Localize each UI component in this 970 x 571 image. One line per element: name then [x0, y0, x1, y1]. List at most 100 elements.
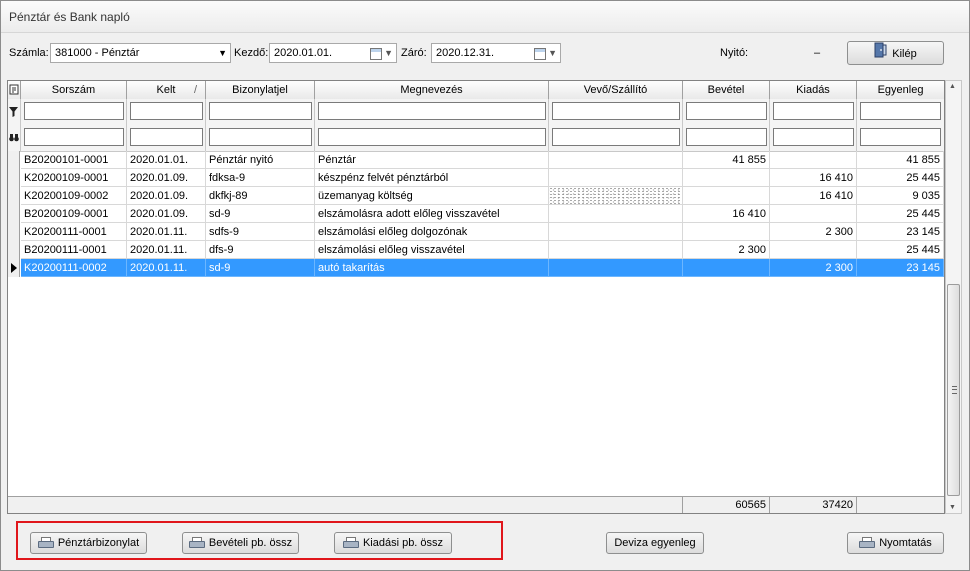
table-row[interactable]: K20200111-0001 2020.01.11. sdfs-9 elszámolá… [8, 223, 944, 241]
cell-partner[interactable] [549, 241, 683, 259]
start-date-picker[interactable]: 2020.01.01. ▼ [269, 43, 397, 63]
table-row[interactable]: K20200109-0001 2020.01.09. fdksa-9 készpénz… [8, 169, 944, 187]
account-select[interactable]: 381000 - Pénztár ▼ [50, 43, 231, 63]
cell-serial[interactable]: B20200111-0001 [21, 241, 127, 259]
row-indicator[interactable] [8, 169, 20, 187]
cell-balance[interactable]: 9 035 [857, 187, 944, 205]
filter-voucher-input[interactable] [209, 102, 312, 120]
vertical-scrollbar[interactable]: ▲ ▼ [945, 80, 962, 514]
cell-description[interactable]: üzemanyag költség [315, 187, 549, 205]
col-header-description[interactable]: Megnevezés [315, 81, 549, 99]
cell-partner[interactable] [549, 205, 683, 223]
expense-summary-button[interactable]: Kiadási pb. össz [334, 532, 452, 554]
cell-income[interactable] [683, 259, 770, 277]
cell-date[interactable]: 2020.01.11. [127, 241, 206, 259]
currency-balance-button[interactable]: Deviza egyenleg [606, 532, 704, 554]
cell-serial[interactable]: K20200109-0002 [21, 187, 127, 205]
cell-partner[interactable] [549, 151, 683, 169]
filter-income-input[interactable] [686, 102, 767, 120]
cell-voucher[interactable]: dfs-9 [206, 241, 315, 259]
chevron-down-icon[interactable]: ▼ [548, 44, 557, 62]
filter-partner-input[interactable] [552, 102, 680, 120]
row-indicator[interactable] [8, 223, 20, 241]
cell-description[interactable]: autó takarítás [315, 259, 549, 277]
cell-voucher[interactable]: sd-9 [206, 259, 315, 277]
filter-date-input[interactable] [130, 102, 203, 120]
table-row[interactable]: K20200111-0002 2020.01.11. sd-9 autó takarí… [8, 259, 944, 277]
col-header-serial[interactable]: Sorszám [21, 81, 127, 99]
cell-income[interactable] [683, 187, 770, 205]
col-header-expense[interactable]: Kiadás [770, 81, 857, 99]
cell-date[interactable]: 2020.01.11. [127, 223, 206, 241]
col-header-balance[interactable]: Egyenleg [857, 81, 944, 99]
cell-balance[interactable]: 25 445 [857, 205, 944, 223]
cell-serial[interactable]: B20200109-0001 [21, 205, 127, 223]
cell-balance[interactable]: 23 145 [857, 259, 944, 277]
cell-expense[interactable]: 2 300 [770, 223, 857, 241]
row-indicator[interactable] [8, 205, 20, 223]
row-indicator[interactable] [8, 241, 20, 259]
cell-description[interactable]: elszámolási előleg dolgozónak [315, 223, 549, 241]
print-button[interactable]: Nyomtatás [847, 532, 944, 554]
col-header-date[interactable]: Kelt / [127, 81, 206, 99]
cell-expense[interactable]: 16 410 [770, 169, 857, 187]
cell-date[interactable]: 2020.01.09. [127, 187, 206, 205]
filter-balance-input[interactable] [860, 102, 941, 120]
search-description-input[interactable] [318, 128, 546, 146]
cell-serial[interactable]: K20200109-0001 [21, 169, 127, 187]
current-row-arrow-icon[interactable] [8, 259, 20, 277]
row-indicator[interactable] [8, 151, 20, 169]
cell-balance[interactable]: 25 445 [857, 241, 944, 259]
cell-income[interactable]: 2 300 [683, 241, 770, 259]
cell-income[interactable] [683, 169, 770, 187]
cell-voucher[interactable]: sd-9 [206, 205, 315, 223]
cell-description[interactable]: készpénz felvét pénztárból [315, 169, 549, 187]
table-row[interactable]: B20200109-0001 2020.01.09. sd-9 elszámolásr… [8, 205, 944, 223]
cell-expense[interactable] [770, 205, 857, 223]
end-date-picker[interactable]: 2020.12.31. ▼ [431, 43, 561, 63]
search-balance-input[interactable] [860, 128, 941, 146]
cell-voucher[interactable]: fdksa-9 [206, 169, 315, 187]
calendar-icon[interactable] [370, 48, 382, 60]
exit-button[interactable]: Kilép [847, 41, 944, 65]
cell-expense[interactable] [770, 241, 857, 259]
cell-balance[interactable]: 23 145 [857, 223, 944, 241]
cell-date[interactable]: 2020.01.09. [127, 205, 206, 223]
scroll-down-arrow-icon[interactable]: ▼ [949, 504, 956, 511]
table-row[interactable]: B20200111-0001 2020.01.11. dfs-9 elszámolás… [8, 241, 944, 259]
table-row[interactable]: B20200101-0001 2020.01.01. Pénztár nyitó Pé… [8, 151, 944, 169]
filter-description-input[interactable] [318, 102, 546, 120]
cell-serial[interactable]: K20200111-0002 [21, 259, 127, 277]
col-header-partner[interactable]: Vevő/Szállító [549, 81, 683, 99]
search-voucher-input[interactable] [209, 128, 312, 146]
calendar-icon[interactable] [534, 48, 546, 60]
search-serial-input[interactable] [24, 128, 124, 146]
income-summary-button[interactable]: Bevételi pb. össz [182, 532, 299, 554]
cell-income[interactable]: 16 410 [683, 205, 770, 223]
search-partner-input[interactable] [552, 128, 680, 146]
scroll-up-arrow-icon[interactable]: ▲ [949, 83, 956, 90]
cell-partner[interactable] [549, 169, 683, 187]
cell-income[interactable]: 41 855 [683, 151, 770, 169]
cell-balance[interactable]: 41 855 [857, 151, 944, 169]
cell-description[interactable]: Pénztár [315, 151, 549, 169]
cell-description[interactable]: elszámolásra adott előleg visszavétel [315, 205, 549, 223]
cell-partner[interactable] [549, 259, 683, 277]
cell-expense[interactable] [770, 151, 857, 169]
cell-voucher[interactable]: Pénztár nyitó [206, 151, 315, 169]
cell-voucher[interactable]: sdfs-9 [206, 223, 315, 241]
cell-partner[interactable] [549, 223, 683, 241]
filter-serial-input[interactable] [24, 102, 124, 120]
search-expense-input[interactable] [773, 128, 854, 146]
cell-serial[interactable]: K20200111-0001 [21, 223, 127, 241]
row-indicator[interactable] [8, 187, 20, 205]
table-row[interactable]: K20200109-0002 2020.01.09. dkfkj-89 üzemany… [8, 187, 944, 205]
cell-date[interactable]: 2020.01.01. [127, 151, 206, 169]
cell-expense[interactable]: 2 300 [770, 259, 857, 277]
cell-description[interactable]: elszámolási előleg visszavétel [315, 241, 549, 259]
col-header-income[interactable]: Bevétel [683, 81, 770, 99]
cash-voucher-button[interactable]: Pénztárbizonylat [30, 532, 147, 554]
search-income-input[interactable] [686, 128, 767, 146]
filter-expense-input[interactable] [773, 102, 854, 120]
cell-partner[interactable] [549, 187, 683, 205]
